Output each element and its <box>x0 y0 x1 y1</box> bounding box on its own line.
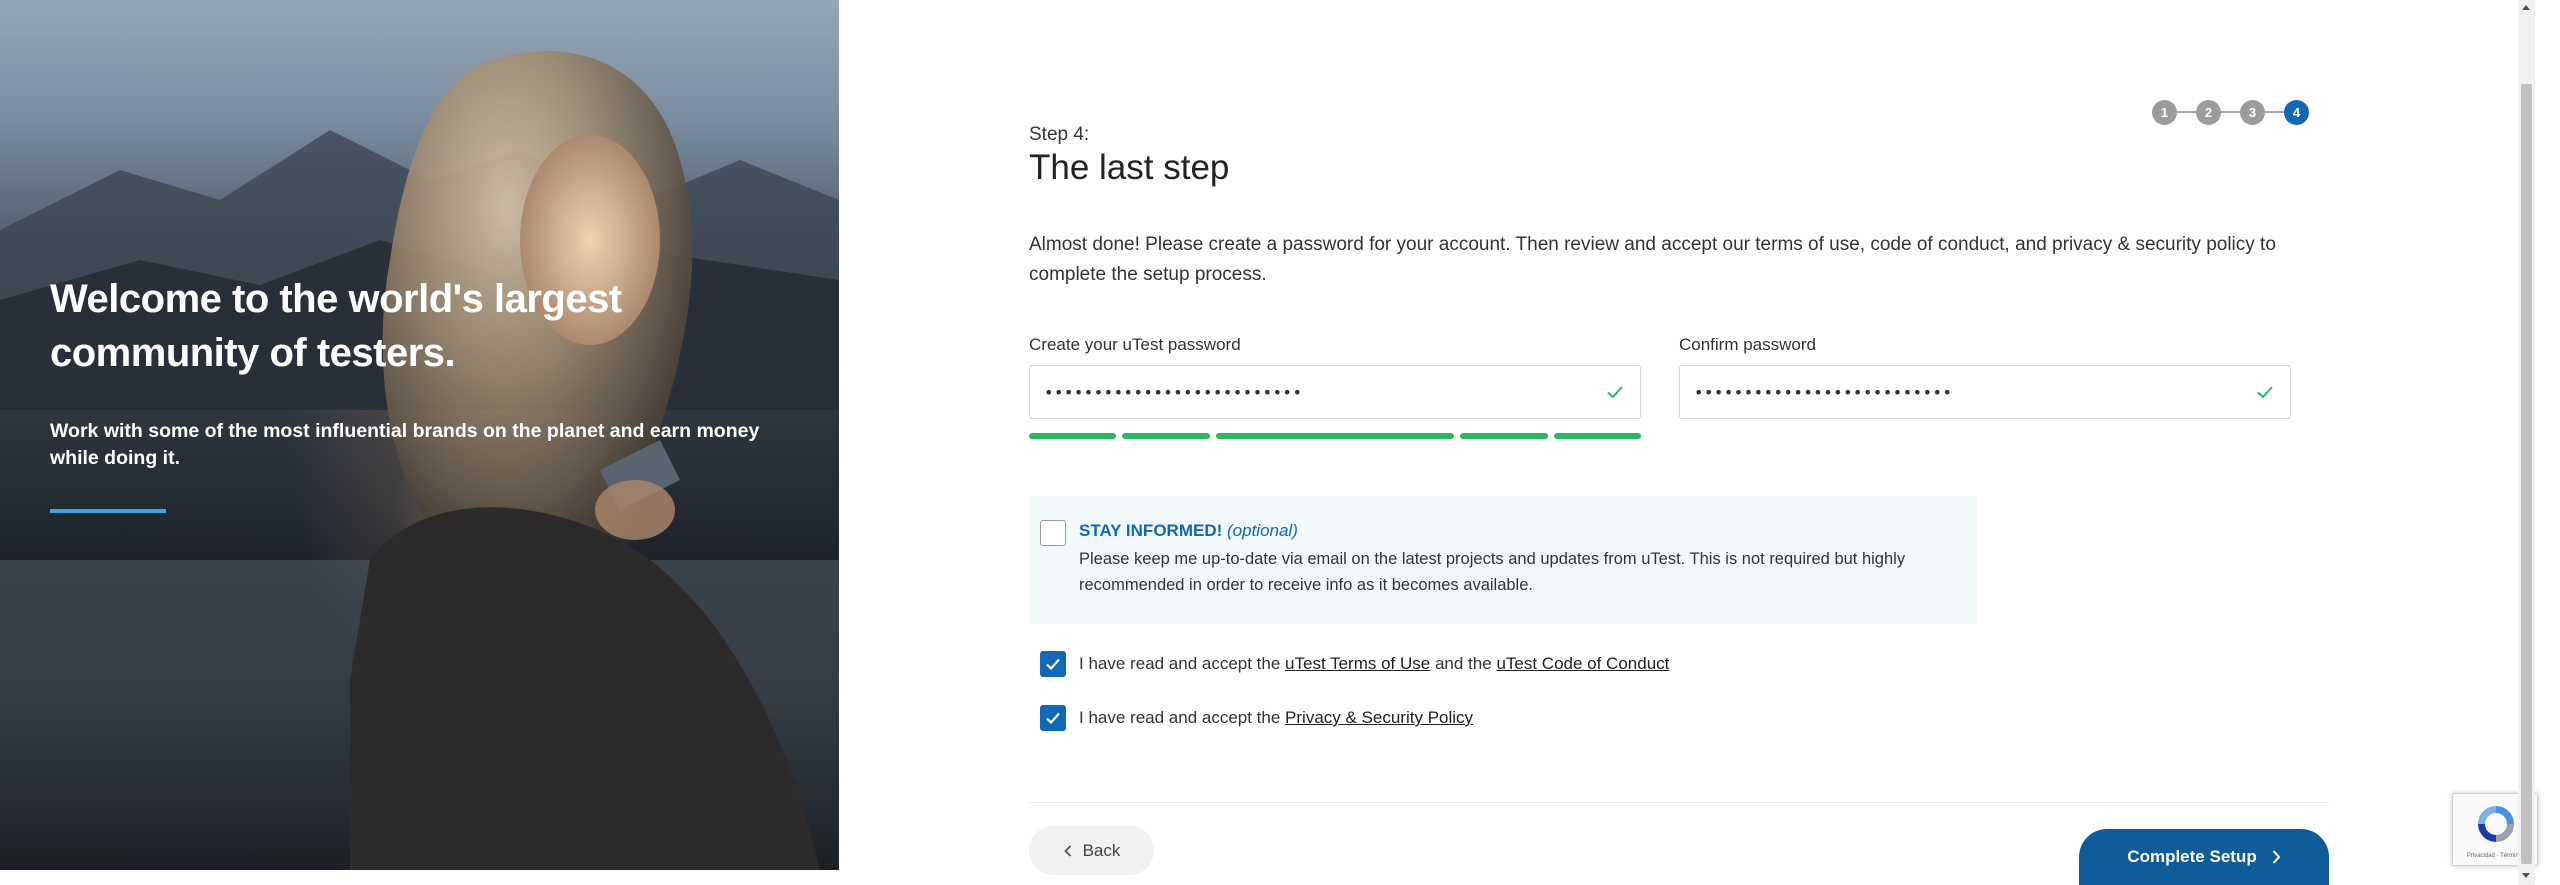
complete-setup-button[interactable]: Complete Setup <box>2079 829 2329 885</box>
optin-optional-tag: (optional) <box>1227 521 1298 540</box>
optin-title: STAY INFORMED! (optional) <box>1079 521 1298 541</box>
step-4-indicator: 4 <box>2284 99 2309 125</box>
check-icon <box>2257 386 2273 399</box>
scroll-up-arrow-icon[interactable] <box>2522 5 2530 10</box>
hero-accent-line <box>50 509 166 513</box>
code-of-conduct-link[interactable]: uTest Code of Conduct <box>1496 654 1669 673</box>
strength-segment <box>1215 433 1455 439</box>
password-value: •••••••••••••••••••••••••• <box>1044 382 1303 402</box>
privacy-policy-link[interactable]: Privacy & Security Policy <box>1285 708 1473 727</box>
back-button-label: Back <box>1082 840 1121 860</box>
progress-stepper: 1 2 3 4 <box>2152 99 2309 125</box>
checkmark-icon <box>1046 712 1060 725</box>
footer-divider <box>1029 802 2329 803</box>
hero-subtitle: Work with some of the most influential b… <box>50 420 760 469</box>
scroll-down-arrow-icon[interactable] <box>2522 873 2530 878</box>
password-strength-meter <box>1029 433 1641 439</box>
recaptcha-logo-icon <box>2478 806 2514 842</box>
optin-description: Please keep me up-to-date via email on t… <box>1079 550 1906 594</box>
terms-prefix: I have read and accept the <box>1079 654 1281 673</box>
hero-bottom-edge <box>0 870 839 885</box>
terms-of-use-link[interactable]: uTest Terms of Use <box>1285 654 1430 673</box>
page-title: The last step <box>1029 148 1230 187</box>
confirm-password-field[interactable]: •••••••••••••••••••••••••• <box>1679 365 2291 419</box>
password-label: Create your uTest password <box>1029 335 1241 354</box>
step-label: Step 4: <box>1029 124 1090 145</box>
newsletter-checkbox[interactable] <box>1040 520 1066 546</box>
confirm-password-value: •••••••••••••••••••••••••• <box>1694 382 1953 402</box>
complete-setup-label: Complete Setup <box>2127 847 2257 866</box>
hero-title: Welcome to the world's largest community… <box>50 277 622 375</box>
step-3-indicator: 3 <box>2240 99 2265 125</box>
check-icon <box>1607 386 1623 399</box>
privacy-prefix: I have read and accept the <box>1079 708 1281 727</box>
strength-segment <box>1553 433 1641 439</box>
intro-text: Almost done! Please create a password fo… <box>1029 234 2276 285</box>
step-connector <box>2221 111 2240 113</box>
step-connector <box>2265 111 2284 113</box>
step-2-indicator: 2 <box>2196 99 2221 125</box>
hero-panel: Welcome to the world's largest community… <box>0 0 839 870</box>
privacy-checkbox[interactable] <box>1040 705 1066 731</box>
page-scrollbar[interactable] <box>2518 0 2535 885</box>
back-button[interactable]: Back <box>1029 826 1154 875</box>
scrollbar-thumb[interactable] <box>2521 84 2532 864</box>
confirm-password-label: Confirm password <box>1679 335 1816 354</box>
checkmark-icon <box>1046 658 1060 671</box>
step-connector <box>2177 111 2196 113</box>
privacy-agreement: I have read and accept the Privacy & Sec… <box>1079 708 1473 728</box>
strength-segment <box>1460 433 1548 439</box>
strength-segment <box>1122 433 1210 439</box>
terms-checkbox[interactable] <box>1040 651 1066 677</box>
strength-segment <box>1029 433 1117 439</box>
terms-agreement: I have read and accept the uTest Terms o… <box>1079 654 1669 674</box>
chevron-left-icon <box>1063 844 1071 857</box>
chevron-right-icon <box>2272 850 2281 864</box>
terms-middle: and the <box>1434 654 1492 673</box>
password-field[interactable]: •••••••••••••••••••••••••• <box>1029 365 1641 419</box>
step-1-indicator: 1 <box>2152 99 2177 125</box>
optin-title-text: STAY INFORMED! <box>1079 521 1223 540</box>
